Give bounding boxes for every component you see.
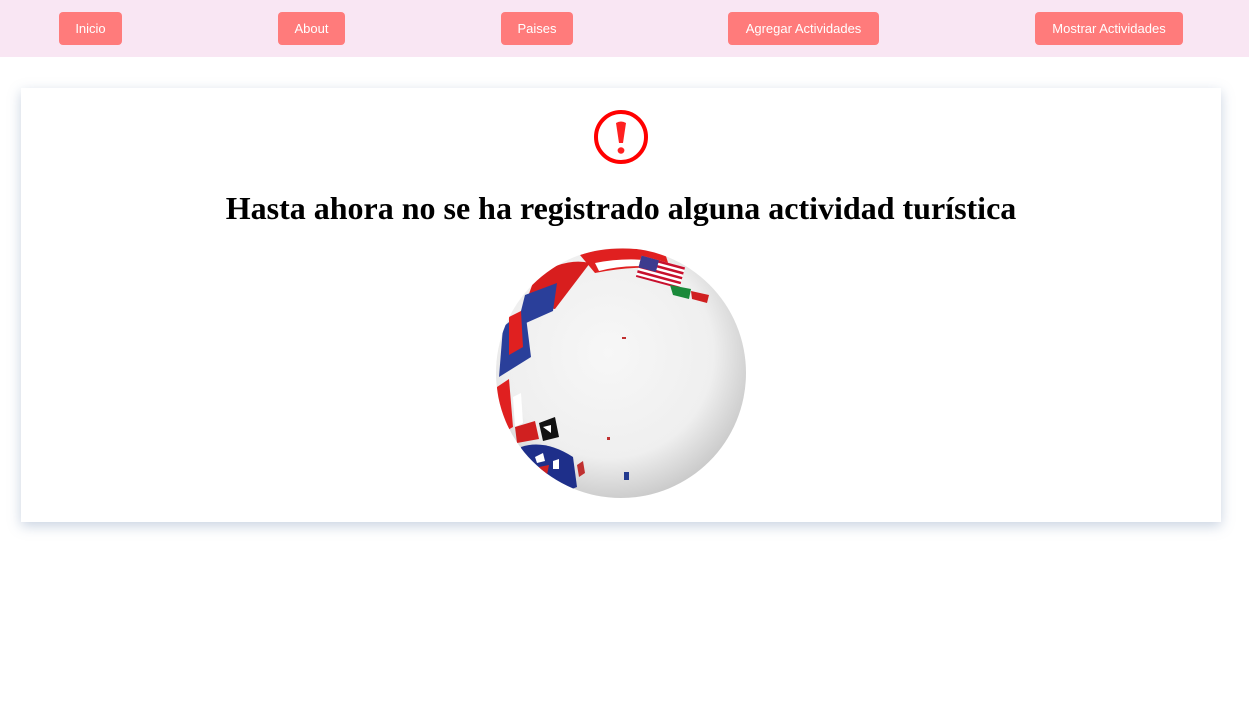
globe-flags-image xyxy=(496,248,746,498)
exclamation-circle-icon xyxy=(594,110,648,164)
nav-button-paises[interactable]: Paises xyxy=(501,12,573,45)
empty-state-title: Hasta ahora no se ha registrado alguna a… xyxy=(225,190,1017,226)
navbar: Inicio About Paises Agregar Actividades … xyxy=(0,0,1249,57)
nav-button-inicio[interactable]: Inicio xyxy=(59,12,122,45)
nav-button-agregar-actividades[interactable]: Agregar Actividades xyxy=(728,12,879,45)
nav-button-mostrar-actividades[interactable]: Mostrar Actividades xyxy=(1035,12,1183,45)
nav-button-about[interactable]: About xyxy=(278,12,345,45)
